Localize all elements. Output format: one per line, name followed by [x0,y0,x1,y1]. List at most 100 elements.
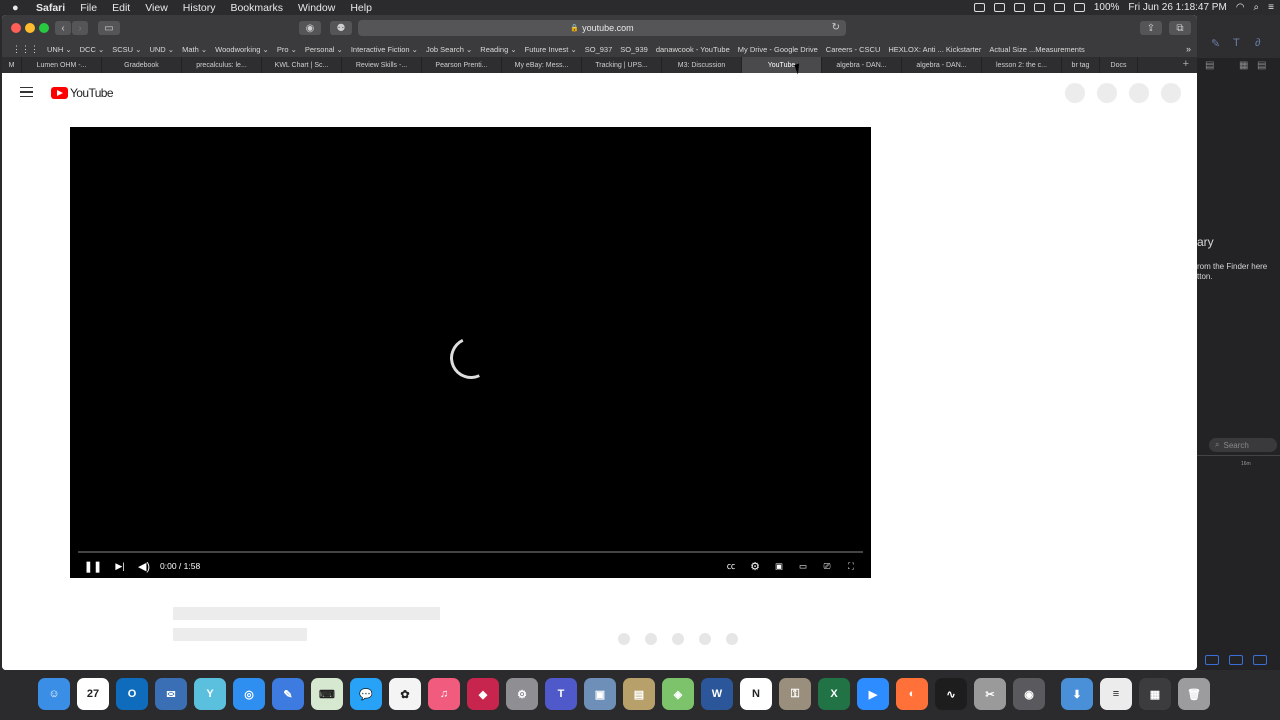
bookmark-item[interactable]: Future Invest ⌄ [525,45,577,54]
calendar-status-icon[interactable] [1013,3,1025,12]
bookmark-item[interactable]: Interactive Fiction ⌄ [351,45,418,54]
new-tab-icon[interactable]: + [1183,58,1189,70]
menu-app-name[interactable]: Safari [36,2,65,14]
airplay-icon[interactable]: ⎚ [820,559,834,573]
menu-history[interactable]: History [183,2,216,14]
activity-monitor-dock-icon[interactable]: ∿ [935,678,967,710]
settings-gear-icon[interactable]: ⚙ [748,559,762,573]
column-view-icon[interactable]: ▤ [1257,60,1266,71]
yep-dock-icon[interactable]: Y [194,678,226,710]
text-icon[interactable]: T [1233,37,1240,49]
miniplayer-icon[interactable]: ▣ [772,559,786,573]
notion-dock-icon[interactable]: N [740,678,772,710]
time-machine-icon[interactable] [1053,3,1065,12]
outlook-dock-icon[interactable]: O [116,678,148,710]
panel-action-icon-2[interactable] [1229,655,1243,665]
music-dock-icon[interactable]: ♫ [428,678,460,710]
panel-search-field[interactable]: ⌕ Search [1209,438,1277,452]
back-button[interactable]: ‹ [55,21,71,35]
bookmarks-overflow-icon[interactable]: » [1186,44,1191,54]
menu-window[interactable]: Window [298,2,335,14]
grid-view-icon[interactable]: ▦ [1239,60,1248,71]
share-icon[interactable]: ⇪ [1140,21,1162,35]
tab[interactable]: Pearson Prenti... [422,57,502,73]
tab[interactable]: Docs [1100,57,1138,73]
menu-edit[interactable]: Edit [112,2,130,14]
tab[interactable]: Gradebook [102,57,182,73]
zoom-window-button[interactable] [39,23,49,33]
bookmark-item[interactable]: SO_937 [585,45,613,54]
bookmark-item[interactable]: UNH ⌄ [47,45,72,54]
bookmark-item[interactable]: SO_939 [620,45,648,54]
address-bar[interactable]: 🔒 youtube.com ↻ [358,20,846,36]
close-window-button[interactable] [11,23,21,33]
spotlight-icon[interactable]: ⌕ [1254,2,1260,13]
volume-icon[interactable]: ◀) [136,559,152,573]
bookmark-item[interactable]: Math ⌄ [182,45,207,54]
logic-dock-icon[interactable]: ◉ [1013,678,1045,710]
theater-mode-icon[interactable]: ▭ [796,559,810,573]
tab[interactable]: algebra - DAN... [822,57,902,73]
bookmark-item[interactable]: Actual Size ...Measurements [989,45,1084,54]
firefox-dock-icon[interactable]: ◐ [896,678,928,710]
bookmark-item[interactable]: DCC ⌄ [80,45,105,54]
dropbox-icon[interactable] [1033,3,1045,12]
bookmark-item[interactable]: Careers - CSCU [826,45,881,54]
control-center-icon[interactable]: ≡ [1268,2,1274,13]
tab[interactable]: M [2,57,22,73]
tab[interactable]: M3: Discussion [662,57,742,73]
screen-record-icon[interactable] [973,3,985,12]
fullscreen-icon[interactable]: ⛶ [844,559,858,573]
progress-bar[interactable] [78,551,863,553]
bookmark-item[interactable]: HEXLOX: Anti ... Kickstarter [888,45,981,54]
document-dock-icon[interactable]: ≡ [1100,678,1132,710]
clock[interactable]: Fri Jun 26 1:18:47 PM [1128,2,1226,13]
link-icon[interactable]: ∂ [1255,37,1260,49]
bookmarks-grid-icon[interactable]: ⋮⋮⋮ [12,44,39,55]
screens-dock-icon[interactable]: ▦ [1139,678,1171,710]
tab[interactable]: algebra - DAN... [902,57,982,73]
hamburger-menu-icon[interactable] [20,87,33,97]
privacy-icon[interactable]: ⚉ [330,21,352,35]
panel-action-icon-3[interactable] [1253,655,1267,665]
excel-dock-icon[interactable]: X [818,678,850,710]
sidebar-toggle-icon[interactable]: ▭ [98,21,120,35]
teams-dock-icon[interactable]: T [545,678,577,710]
minimize-window-button[interactable] [25,23,35,33]
calendar-dock-icon[interactable]: 27 [77,678,109,710]
tab[interactable]: Tracking | UPS... [582,57,662,73]
tab-overview-icon[interactable]: ⧉ [1169,21,1191,35]
system-preferences-dock-icon[interactable]: ⚙ [506,678,538,710]
maps-dock-icon[interactable]: ◈ [662,678,694,710]
battery-percent[interactable]: 100% [1094,2,1120,13]
edit-icon[interactable]: ✎ [1211,37,1220,50]
menu-bookmarks[interactable]: Bookmarks [230,2,283,14]
keychain-dock-icon[interactable]: ⚿ [779,678,811,710]
tab[interactable]: KWL Chart | Sc... [262,57,342,73]
tab[interactable]: precalculus: le... [182,57,262,73]
zoom-dock-icon[interactable]: ▶ [857,678,889,710]
downloads-dock-icon[interactable]: ⬇ [1061,678,1093,710]
preview-dock-icon[interactable]: ▣ [584,678,616,710]
tab-active[interactable]: YouTube [742,57,822,73]
mail-bird-dock-icon[interactable]: ✉ [155,678,187,710]
bookmark-item[interactable]: Reading ⌄ [480,45,516,54]
captions-icon[interactable]: ㏄ [724,559,738,573]
extension-icon[interactable]: ◉ [299,21,321,35]
tab[interactable]: My eBay: Mess... [502,57,582,73]
script-editor-dock-icon[interactable]: ✂ [974,678,1006,710]
finder-dock-icon[interactable]: ☺ [38,678,70,710]
pencil-dock-icon[interactable]: ✎ [272,678,304,710]
bookmark-item[interactable]: UND ⌄ [149,45,174,54]
archive-dock-icon[interactable]: ▤ [623,678,655,710]
menu-view[interactable]: View [145,2,168,14]
trash-dock-icon[interactable]: 🗑 [1178,678,1210,710]
wifi-icon[interactable]: ◠ [1236,2,1245,13]
tab[interactable]: br tag [1062,57,1100,73]
tab[interactable]: Lumen OHM -... [22,57,102,73]
tab[interactable]: lesson 2: the c... [982,57,1062,73]
messages-dock-icon[interactable]: 💬 [350,678,382,710]
forward-button[interactable]: › [72,21,88,35]
youtube-logo[interactable]: YouTube [51,86,114,100]
camera-icon[interactable] [993,3,1005,12]
